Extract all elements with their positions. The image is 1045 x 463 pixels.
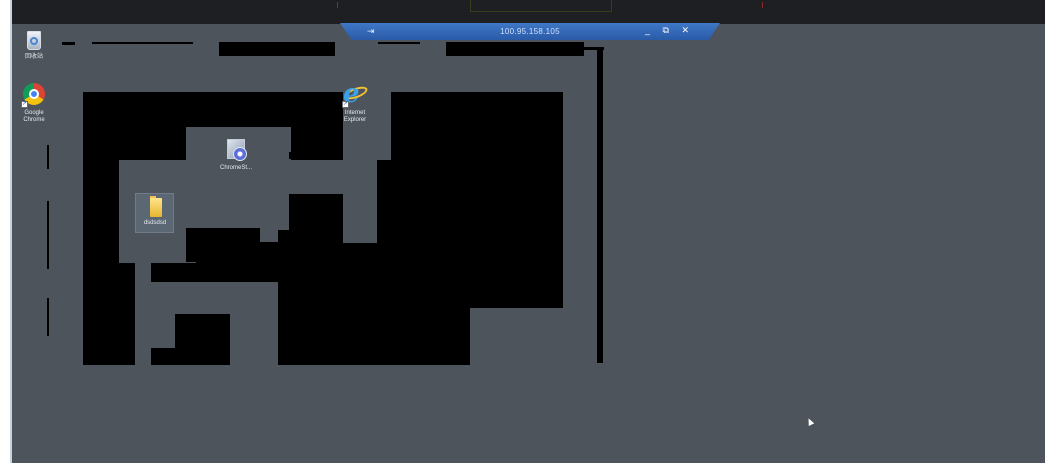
desktop-icon-google-chrome[interactable]: ↗ Google Chrome — [10, 82, 58, 124]
host-taskbar-tab[interactable] — [470, 0, 612, 12]
window-controls[interactable]: _ ⧉ ✕ — [645, 25, 694, 36]
host-taskbar-marker — [332, 2, 338, 8]
desktop-icon-folder[interactable]: dsdsdsd — [131, 196, 179, 227]
screen: ⇥ 100.95.158.105 _ ⧉ ✕ 回收站 ↗ Google Chro… — [0, 0, 1045, 463]
window-left-edge — [10, 0, 12, 463]
desktop-icon-label: Google Chrome — [23, 110, 45, 123]
desktop-icon-chrome-setup[interactable]: ChromeSt... — [212, 137, 260, 172]
recycle-bin-icon — [24, 28, 44, 52]
host-taskbar — [12, 0, 1045, 24]
desktop-icon-recycle-bin[interactable]: 回收站 — [10, 28, 58, 61]
desktop-icon-label: ChromeSt... — [219, 165, 252, 171]
installer-icon — [223, 137, 249, 163]
desktop-icon-internet-explorer[interactable]: e ↗ Internet Explorer — [331, 80, 379, 124]
desktop-icon-label: 回收站 — [24, 54, 43, 60]
folder-icon — [147, 196, 163, 218]
shortcut-arrow-icon: ↗ — [21, 101, 28, 108]
desktop-icon-label: dsdsdsd — [143, 220, 167, 226]
desktop-icon-label: Internet Explorer — [343, 110, 367, 123]
chrome-icon: ↗ — [21, 82, 47, 108]
rdp-connection-bar: ⇥ 100.95.158.105 _ ⧉ ✕ — [340, 23, 720, 40]
shortcut-arrow-icon: ↗ — [342, 101, 349, 108]
ie-icon: e ↗ — [342, 80, 369, 108]
host-taskbar-marker — [757, 2, 763, 8]
